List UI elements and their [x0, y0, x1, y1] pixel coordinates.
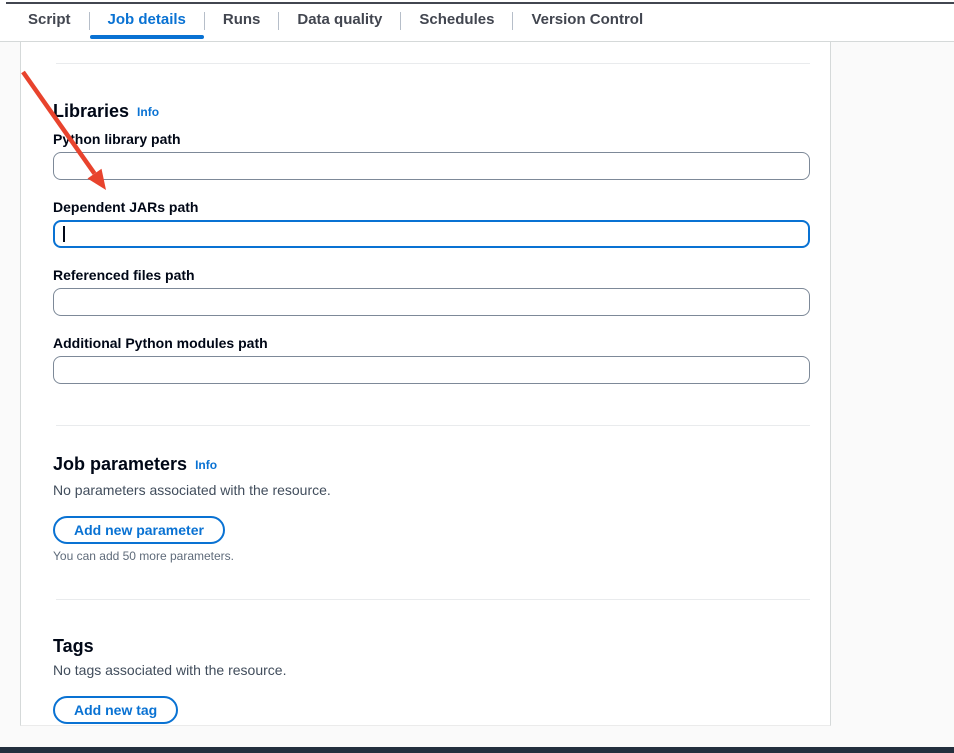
dependent-jars-path-input-wrap: [53, 220, 810, 248]
text-cursor: [63, 226, 65, 242]
job-parameters-section-title: Job parameters Info: [53, 454, 217, 475]
tags-heading: Tags: [53, 636, 94, 657]
tab-version-control[interactable]: Version Control: [513, 0, 661, 42]
job-parameters-helper-text: You can add 50 more parameters.: [53, 549, 234, 563]
additional-python-modules-path-input[interactable]: [53, 356, 810, 384]
tags-empty-text: No tags associated with the resource.: [53, 662, 286, 678]
additional-python-modules-path-label: Additional Python modules path: [53, 335, 268, 351]
tab-schedules[interactable]: Schedules: [401, 0, 512, 42]
job-parameters-heading: Job parameters: [53, 454, 187, 475]
tab-data-quality[interactable]: Data quality: [279, 0, 400, 42]
job-tabs-bar: Script Job details Runs Data quality Sch…: [0, 0, 954, 42]
job-parameters-info-link[interactable]: Info: [195, 458, 217, 472]
libraries-info-link[interactable]: Info: [137, 105, 159, 119]
section-divider: [56, 425, 810, 426]
python-library-path-label: Python library path: [53, 131, 181, 147]
python-library-path-input[interactable]: [53, 152, 810, 180]
add-new-tag-button[interactable]: Add new tag: [53, 696, 178, 724]
libraries-section-title: Libraries Info: [53, 101, 159, 122]
section-divider: [56, 599, 810, 600]
tab-script[interactable]: Script: [28, 0, 89, 42]
content-panel: Libraries Info Python library path Depen…: [20, 42, 831, 726]
footer-bar: [0, 747, 954, 753]
referenced-files-path-input[interactable]: [53, 288, 810, 316]
dependent-jars-path-input[interactable]: [53, 220, 810, 248]
job-parameters-empty-text: No parameters associated with the resour…: [53, 482, 331, 498]
glue-job-details-screen: Script Job details Runs Data quality Sch…: [0, 0, 954, 753]
libraries-heading: Libraries: [53, 101, 129, 122]
dependent-jars-path-label: Dependent JARs path: [53, 199, 198, 215]
tab-runs[interactable]: Runs: [205, 0, 279, 42]
tags-section-title: Tags: [53, 636, 94, 657]
add-new-parameter-button[interactable]: Add new parameter: [53, 516, 225, 544]
referenced-files-path-label: Referenced files path: [53, 267, 195, 283]
tab-job-details[interactable]: Job details: [90, 0, 204, 42]
section-divider: [56, 63, 810, 64]
